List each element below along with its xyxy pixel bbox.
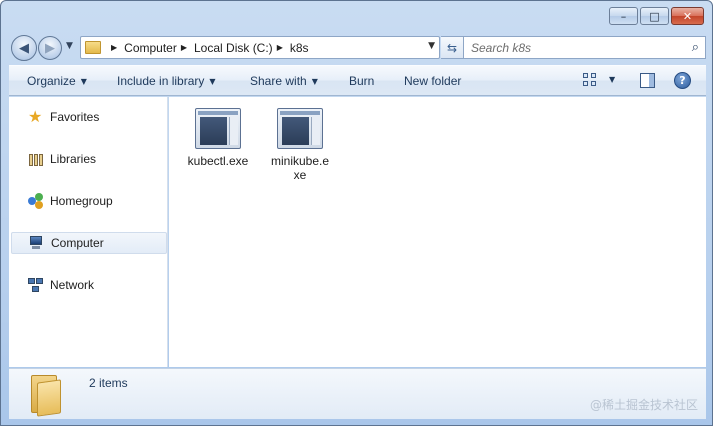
nav-item-favorites[interactable]: ★ Favorites <box>9 106 167 128</box>
search-box[interactable]: ⌕ <box>463 36 706 59</box>
minimize-icon: – <box>620 9 627 23</box>
new-folder-label: New folder <box>404 74 462 88</box>
star-icon: ★ <box>28 107 43 126</box>
nav-item-label: Computer <box>51 236 104 250</box>
organize-label: Organize <box>27 74 76 88</box>
homegroup-icon <box>28 193 44 209</box>
burn-label: Burn <box>349 74 375 88</box>
computer-icon <box>29 235 45 251</box>
nav-item-network[interactable]: Network <box>9 274 167 296</box>
refresh-button[interactable]: ⇆ <box>441 36 464 59</box>
nav-item-label: Libraries <box>50 152 97 166</box>
forward-arrow-icon: ▶ <box>45 40 55 56</box>
chevron-down-icon: ▼ <box>209 77 216 86</box>
back-arrow-icon: ◀ <box>19 40 29 56</box>
nav-item-label: Favorites <box>50 110 100 124</box>
back-button[interactable]: ◀ <box>11 35 37 61</box>
chevron-down-icon: ▼ <box>311 77 318 86</box>
libraries-icon <box>28 151 44 167</box>
forward-button[interactable]: ▶ <box>38 36 62 60</box>
burn-button[interactable]: Burn <box>349 74 374 88</box>
folder-icon <box>85 41 101 54</box>
file-name: minikube.exe <box>270 154 330 182</box>
refresh-icon: ⇆ <box>446 40 458 55</box>
address-bar[interactable]: ▶ Computer ▶ Local Disk (C:) ▶ k8s ▼ <box>80 36 440 59</box>
nav-item-libraries[interactable]: Libraries <box>9 148 167 170</box>
breadcrumb-separator-icon[interactable]: ▶ <box>181 43 187 52</box>
help-glyph: ? <box>679 74 686 87</box>
share-with-menu[interactable]: Share with ▼ <box>250 74 318 88</box>
close-icon: ✕ <box>682 9 693 23</box>
close-button[interactable]: ✕ <box>671 7 704 25</box>
change-view-icon[interactable] <box>583 73 597 87</box>
exe-file-icon <box>277 108 323 149</box>
nav-item-homegroup[interactable]: Homegroup <box>9 190 167 212</box>
details-pane: 2 items @稀土掘金技术社区 <box>9 368 706 419</box>
maximize-icon: □ <box>649 9 660 23</box>
address-dropdown-icon[interactable]: ▼ <box>428 41 435 51</box>
search-icon[interactable]: ⌕ <box>692 40 699 55</box>
new-folder-button[interactable]: New folder <box>404 74 461 88</box>
command-bar: Organize ▼ Include in library ▼ Share with… <box>9 65 706 96</box>
breadcrumb-separator-icon[interactable]: ▶ <box>277 43 283 52</box>
file-list: kubectl.exe minikube.exe <box>169 97 706 367</box>
organize-menu[interactable]: Organize ▼ <box>27 74 87 88</box>
file-name: kubectl.exe <box>187 154 249 168</box>
watermark: @稀土掘金技术社区 <box>589 398 698 412</box>
share-with-label: Share with <box>250 74 307 88</box>
view-options-dropdown-icon[interactable]: ▼ <box>609 75 615 84</box>
file-item[interactable]: minikube.exe <box>263 108 337 182</box>
include-in-library-menu[interactable]: Include in library ▼ <box>117 74 216 88</box>
folder-icon <box>29 375 63 417</box>
breadcrumb-k8s[interactable]: k8s <box>290 41 309 55</box>
nav-item-computer[interactable]: Computer <box>11 232 167 254</box>
file-item[interactable]: kubectl.exe <box>181 108 255 168</box>
breadcrumb-local-disk[interactable]: Local Disk (C:) <box>194 41 273 55</box>
help-icon[interactable]: ? <box>674 72 691 89</box>
nav-item-label: Network <box>50 278 95 292</box>
navigation-pane: ★ Favorites Libraries Homegroup Computer… <box>9 97 168 367</box>
search-input[interactable] <box>471 40 671 55</box>
minimize-button[interactable]: – <box>609 7 638 25</box>
navigation-row: ◀ ▶ ▼ ▶ Computer ▶ Local Disk (C:) ▶ k8s… <box>9 35 706 61</box>
chevron-down-icon: ▼ <box>80 77 87 86</box>
item-count: 2 items <box>89 376 128 390</box>
preview-pane-icon[interactable] <box>640 73 655 88</box>
maximize-button[interactable]: □ <box>640 7 669 25</box>
network-icon <box>28 277 44 293</box>
recent-pages-dropdown-icon[interactable]: ▼ <box>66 41 73 51</box>
explorer-window: – □ ✕ ◀ ▶ ▼ ▶ Computer ▶ Local Disk (C:)… <box>0 0 713 426</box>
caption-buttons: – □ ✕ <box>609 7 704 25</box>
include-in-library-label: Include in library <box>117 74 205 88</box>
nav-item-label: Homegroup <box>50 194 113 208</box>
exe-file-icon <box>195 108 241 149</box>
breadcrumb-separator-icon[interactable]: ▶ <box>111 43 117 52</box>
breadcrumb-computer[interactable]: Computer <box>124 41 177 55</box>
